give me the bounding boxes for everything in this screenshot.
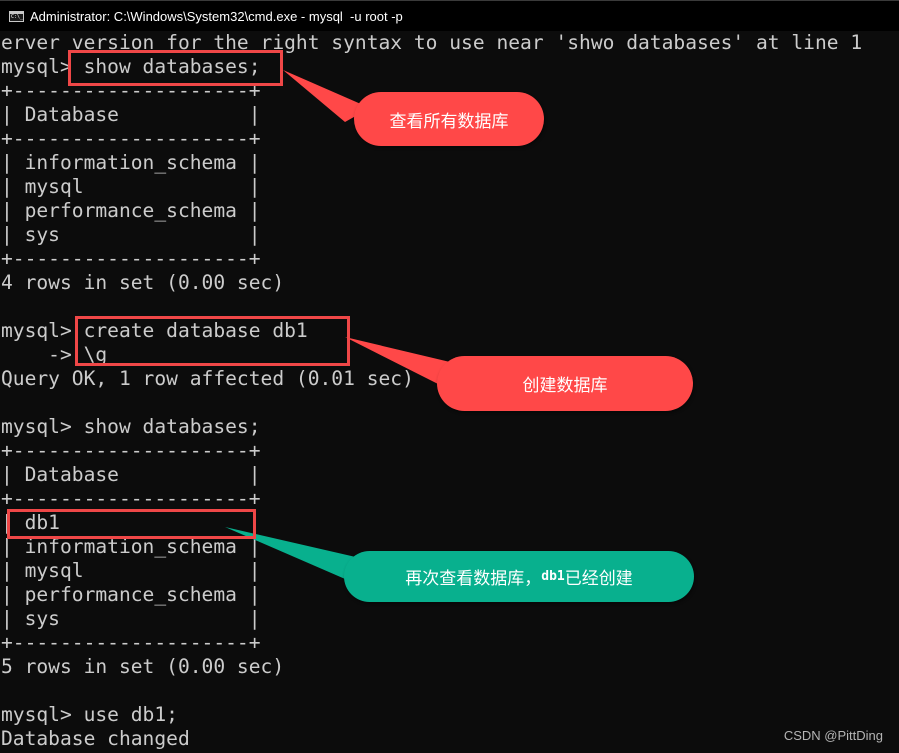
console-line-table-header: | Database |: [1, 103, 261, 126]
console-line-table-border: +--------------------+: [1, 631, 261, 654]
console-line-table-border: +--------------------+: [1, 127, 261, 150]
console-line-table-border: +--------------------+: [1, 439, 261, 462]
window-title: Administrator: C:\Windows\System32\cmd.e…: [30, 8, 403, 24]
callout-db1-created: 再次查看数据库， db1 已经创建: [344, 551, 694, 602]
highlight-box-create-database: [75, 316, 350, 366]
console-line-table-row: | mysql |: [1, 175, 261, 198]
console-line-table-border: +--------------------+: [1, 487, 261, 510]
console-line-table-row: | mysql |: [1, 559, 261, 582]
console-line-command: mysql> show databases;: [1, 415, 261, 438]
console-line-table-border: +--------------------+: [1, 247, 261, 270]
highlight-box-db1-row: [7, 509, 256, 539]
console-line-table-row: | sys |: [1, 223, 261, 246]
console-line-result: 5 rows in set (0.00 sec): [1, 655, 285, 678]
callout-text-code: db1: [541, 569, 565, 584]
console-line-result: Query OK, 1 row affected (0.01 sec): [1, 367, 414, 390]
callout-create-database: 创建数据库: [437, 356, 693, 411]
console-line-table-header: | Database |: [1, 463, 261, 486]
cmd-icon: C:\_: [9, 10, 24, 22]
callout-show-all-databases: 查看所有数据库: [354, 92, 544, 146]
callout-text: 查看所有数据库: [389, 111, 509, 132]
console-line-table-row: | sys |: [1, 607, 261, 630]
console-line-command: mysql> use db1;: [1, 703, 178, 726]
console-line-table-row: | performance_schema |: [1, 199, 261, 222]
highlight-box-show-databases: [68, 50, 283, 86]
callout-text: 创建数据库: [522, 376, 608, 396]
callout-text-before: 再次查看数据库，: [405, 569, 542, 589]
window-titlebar[interactable]: C:\_ Administrator: C:\Windows\System32\…: [0, 0, 899, 31]
watermark: CSDN @PittDing: [783, 728, 883, 743]
console-line-result: 4 rows in set (0.00 sec): [1, 271, 285, 294]
console-line-table-row: | performance_schema |: [1, 583, 261, 606]
console-line-result: Database changed: [1, 727, 190, 750]
console-line-table-row: | information_schema |: [1, 151, 261, 174]
callout-text-after: 已经创建: [564, 569, 633, 589]
